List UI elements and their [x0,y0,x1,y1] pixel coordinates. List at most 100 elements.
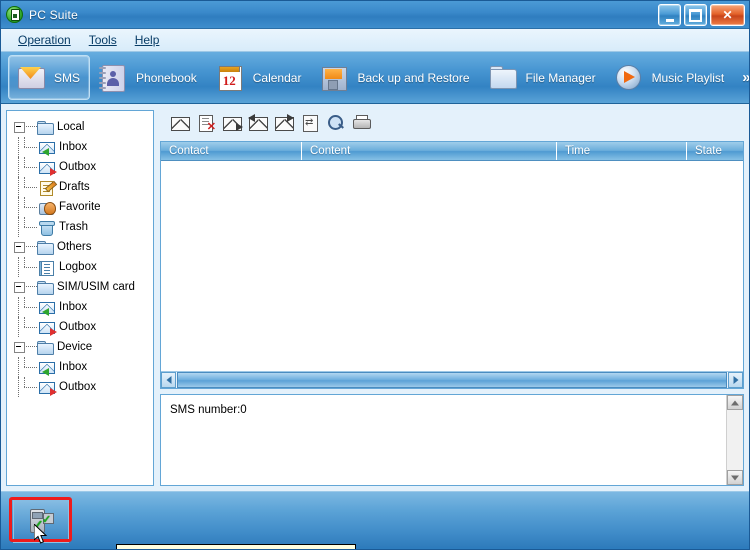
tree-label: Outbox [59,161,97,173]
content-area: Local Inbox Outbox Drafts Favorite Trash… [1,104,749,491]
close-button[interactable]: ✕ [710,4,745,26]
tree-node-local-inbox[interactable]: Inbox [7,137,153,157]
maximize-button[interactable] [684,4,707,26]
menu-item-operation[interactable]: Operation [9,32,80,48]
tree-label: Logbox [59,261,97,273]
collapse-toggle-icon[interactable] [14,121,25,133]
toolbar-button-calendar[interactable]: 12 Calendar [207,55,312,100]
delete-message-icon[interactable]: ✕ [196,114,216,133]
folder-tree: Local Inbox Outbox Drafts Favorite Trash… [6,110,154,486]
device-connected-icon: ✓ ✓ [28,507,54,533]
vertical-scrollbar[interactable] [726,395,743,485]
message-list-header: Contact Content Time State [161,142,743,161]
tree-label: Outbox [59,381,97,393]
device-status-cell[interactable]: ✓ ✓ [13,496,69,543]
tree-indent [7,357,24,377]
print-icon[interactable] [352,114,372,132]
outbox-icon [39,160,57,176]
toolbar-overflow-chevron-icon[interactable]: » [734,69,749,86]
folder-icon [37,280,54,295]
window-controls: ✕ [658,4,745,26]
tree-connector [26,246,37,248]
status-bar: ✓ ✓ [1,491,749,547]
tree-connector [24,157,39,177]
move-message-icon[interactable] [300,114,320,132]
tree-node-local-favorite[interactable]: Favorite [7,197,153,217]
maximize-icon [685,5,706,25]
horizontal-scrollbar[interactable] [161,371,743,388]
send-message-icon[interactable] [222,114,243,132]
tree-node-local-outbox[interactable]: Outbox [7,157,153,177]
tree-indent [7,177,24,197]
menu-item-help[interactable]: Help [126,32,169,48]
reply-all-icon[interactable] [274,114,294,132]
toolbar-button-file-manager[interactable]: File Manager [480,55,606,100]
minimize-button[interactable] [658,4,681,26]
collapse-toggle-icon[interactable] [14,341,25,353]
toolbar-button-sms[interactable]: SMS [8,55,91,100]
toolbar-label-file-manager: File Manager [525,70,596,85]
floppy-disk-icon [319,63,348,92]
search-icon[interactable] [326,114,346,132]
message-toolbar: ✕ [160,110,744,136]
menu-bar: Operation Tools Help [1,29,749,52]
toolbar-label-calendar: Calendar [252,70,302,85]
column-header-state[interactable]: State [686,142,743,160]
tree-label: SIM/USIM card [57,281,135,293]
tree-node-device-inbox[interactable]: Inbox [7,357,153,377]
menu-label-tools: Tools [88,33,117,47]
scrollbar-thumb[interactable] [177,372,727,388]
reply-message-icon[interactable] [248,114,268,132]
tree-node-device[interactable]: Device [7,337,153,357]
tree-connector [24,317,39,337]
tree-indent [7,217,24,237]
tree-connector [24,217,39,237]
tree-label: Outbox [59,321,97,333]
tree-connector [26,286,37,288]
toolbar-button-backup-restore[interactable]: Back up and Restore [311,55,479,100]
tree-indent [7,257,24,277]
tree-node-local[interactable]: Local [7,117,153,137]
tree-indent [7,137,24,157]
message-pane: ✕ Contact Content Time State [160,110,744,486]
collapse-toggle-icon[interactable] [14,281,25,293]
tree-node-others[interactable]: Others [7,237,153,257]
tree-node-local-drafts[interactable]: Drafts [7,177,153,197]
toolbar-button-music-playlist[interactable]: Music Playlist [606,55,735,100]
toolbar-button-phonebook[interactable]: Phonebook [90,55,207,100]
tree-label: Trash [59,221,88,233]
tree-label: Inbox [59,361,88,373]
outbox-icon [39,380,57,396]
folder-icon [37,120,54,135]
tree-node-device-outbox[interactable]: Outbox [7,377,153,397]
column-header-content[interactable]: Content [301,142,556,160]
column-header-time[interactable]: Time [556,142,686,160]
right-arrow-icon[interactable] [728,372,743,388]
sms-number-text: SMS number:0 [170,404,247,416]
address-book-icon [98,63,127,92]
toolbar-label-phonebook: Phonebook [136,70,197,85]
message-list: Contact Content Time State [160,141,744,389]
tree-connector [24,357,39,377]
tree-node-local-trash[interactable]: Trash [7,217,153,237]
tree-indent [7,317,24,337]
down-arrow-icon[interactable] [727,470,743,485]
up-arrow-icon[interactable] [727,395,743,410]
tree-connector [24,177,39,197]
new-message-icon[interactable] [170,114,190,132]
tree-indent [7,157,24,177]
collapse-toggle-icon[interactable] [14,241,25,253]
tree-node-sim-outbox[interactable]: Outbox [7,317,153,337]
column-header-contact[interactable]: Contact [161,142,301,160]
tree-label: Drafts [59,181,90,193]
tree-label: Favorite [59,201,101,213]
tree-label: Inbox [59,141,88,153]
main-toolbar: SMS Phonebook 12 Calendar Back up and Re… [1,52,749,104]
menu-item-tools[interactable]: Tools [80,32,126,48]
message-list-body[interactable] [161,161,743,371]
toolbar-label-sms: SMS [54,70,81,85]
tree-node-sim-usim-card[interactable]: SIM/USIM card [7,277,153,297]
tree-node-others-logbox[interactable]: Logbox [7,257,153,277]
left-arrow-icon[interactable] [161,372,176,388]
tree-node-sim-inbox[interactable]: Inbox [7,297,153,317]
